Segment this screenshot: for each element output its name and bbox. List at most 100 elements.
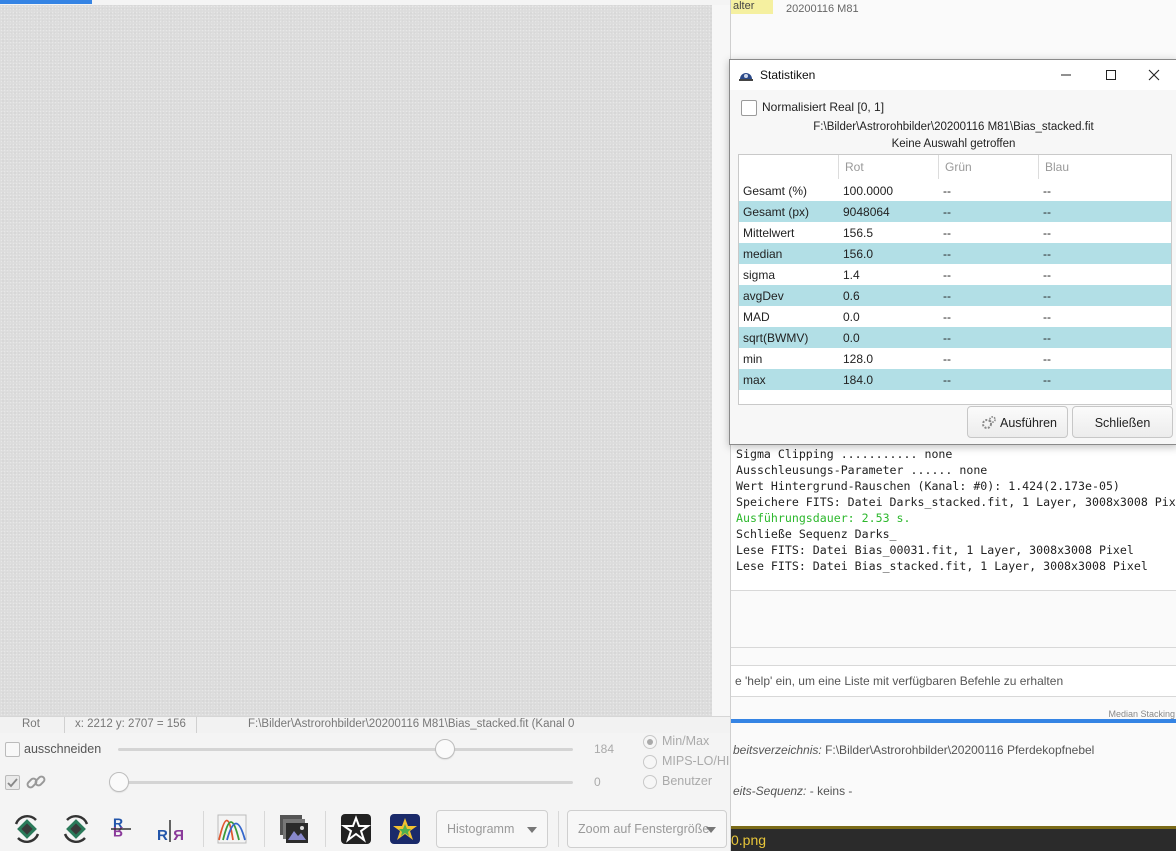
- stats-selection-note: Keine Auswahl getroffen: [891, 138, 1016, 150]
- rotate-left-icon[interactable]: [9, 811, 45, 847]
- svg-text:R: R: [113, 824, 123, 840]
- low-value[interactable]: 0: [594, 775, 601, 789]
- image-stack-icon[interactable]: [276, 811, 312, 847]
- image-window: Rot x: 2212 y: 2707 = 156 F:\Bilder\Astr…: [0, 0, 730, 851]
- row-value: --: [943, 205, 951, 219]
- rotate-right-icon[interactable]: [58, 811, 94, 847]
- row-label: min: [743, 352, 763, 366]
- svg-text:R: R: [173, 827, 184, 844]
- row-value: 9048064: [843, 205, 890, 219]
- header-gruen[interactable]: Grün: [939, 155, 1039, 179]
- minimize-icon: [1061, 74, 1071, 76]
- link-checkbox[interactable]: [5, 775, 20, 790]
- normalize-checkbox[interactable]: [741, 100, 757, 116]
- console-log[interactable]: Sigma Clipping ........... none Ausschleu…: [731, 444, 1176, 590]
- star-icon[interactable]: [338, 811, 374, 847]
- row-value: --: [943, 331, 951, 345]
- working-directory-value[interactable]: F:\Bilder\Astrorohbilder\20200116 Pferde…: [825, 743, 1094, 757]
- minimize-button[interactable]: [1043, 60, 1089, 90]
- table-row[interactable]: Gesamt (%) 100.0000 -- --: [739, 180, 1171, 201]
- command-input[interactable]: e 'help' ein, um eine Liste mit verfügba…: [731, 665, 1176, 697]
- high-slider-track[interactable]: [118, 748, 573, 751]
- row-value: --: [1043, 331, 1051, 345]
- command-placeholder: e 'help' ein, um eine Liste mit verfügba…: [735, 674, 1064, 688]
- crop-checkbox[interactable]: [5, 742, 20, 757]
- low-level-row: 0: [0, 769, 640, 795]
- active-tab-indicator[interactable]: [0, 0, 92, 4]
- row-label: median: [743, 247, 783, 261]
- dialog-title: Statistiken: [760, 68, 816, 82]
- console-line: Speichere FITS: Datei Darks_stacked.fit,…: [736, 495, 1176, 509]
- mirror-x-icon[interactable]: RR: [105, 811, 141, 847]
- mirror-y-icon[interactable]: RR: [152, 811, 188, 847]
- progress-label: Median Stacking: [1108, 709, 1175, 719]
- row-value: --: [943, 268, 951, 282]
- radio-mips[interactable]: [643, 755, 657, 769]
- bottom-file-text: 0.png: [731, 832, 767, 848]
- row-value: 0.0: [843, 331, 860, 345]
- console-line: Lese FITS: Datei Bias_00031.fit, 1 Layer…: [736, 543, 1134, 557]
- table-row[interactable]: median 156.0 -- --: [739, 243, 1171, 264]
- zoom-combo[interactable]: Zoom auf Fenstergröße: [567, 810, 727, 848]
- radio-minmax[interactable]: [643, 735, 657, 749]
- table-row[interactable]: max 184.0 -- --: [739, 369, 1171, 390]
- image-scrollbar[interactable]: [712, 5, 730, 716]
- zoom-combo-label: Zoom auf Fenstergröße: [578, 822, 710, 836]
- close-dialog-button[interactable]: Schließen: [1072, 406, 1173, 438]
- close-icon: [1148, 69, 1160, 81]
- table-row[interactable]: min 128.0 -- --: [739, 348, 1171, 369]
- run-button[interactable]: Ausführen: [967, 406, 1068, 438]
- console-line: Lese FITS: Datei Bias_stacked.fit, 1 Lay…: [736, 559, 1148, 573]
- statistics-dialog: Statistiken Normalisiert Real [0, 1] F:\…: [729, 59, 1176, 445]
- gears-icon: [982, 416, 996, 429]
- row-value: --: [943, 184, 951, 198]
- maximize-button[interactable]: [1088, 60, 1134, 90]
- table-row[interactable]: sigma 1.4 -- --: [739, 264, 1171, 285]
- row-value: 184.0: [843, 373, 874, 387]
- row-value: 156.5: [843, 226, 874, 240]
- console-line: Ausführungsdauer: 2.53 s.: [736, 511, 911, 525]
- svg-text:R: R: [157, 827, 168, 844]
- table-row[interactable]: avgDev 0.6 -- --: [739, 285, 1171, 306]
- row-value: 100.0000: [843, 184, 894, 198]
- normalize-label: Normalisiert Real [0, 1]: [762, 100, 885, 114]
- high-value[interactable]: 184: [594, 742, 614, 756]
- colored-star-icon[interactable]: [387, 811, 423, 847]
- row-value: --: [943, 352, 951, 366]
- table-row[interactable]: Mittelwert 156.5 -- --: [739, 222, 1171, 243]
- top-tab-highlight[interactable]: alter: [731, 0, 773, 14]
- row-value: --: [1043, 352, 1051, 366]
- row-value: --: [943, 289, 951, 303]
- app-icon: [739, 73, 753, 81]
- high-slider-knob[interactable]: [435, 739, 455, 759]
- header-blau[interactable]: Blau: [1039, 155, 1171, 179]
- table-row[interactable]: MAD 0.0 -- --: [739, 306, 1171, 327]
- dialog-titlebar[interactable]: Statistiken: [730, 60, 1176, 90]
- header-cell[interactable]: [739, 155, 839, 179]
- status-channel: Rot: [22, 718, 40, 730]
- histogram-combo[interactable]: Histogramm: [436, 810, 548, 848]
- header-rot[interactable]: Rot: [839, 155, 939, 179]
- radio-user-label: Benutzer: [662, 774, 713, 788]
- table-row[interactable]: sqrt(BWMV) 0.0 -- --: [739, 327, 1171, 348]
- top-tab-text[interactable]: 20200116 M81: [786, 3, 859, 15]
- table-row[interactable]: Gesamt (px) 9048064 -- --: [739, 201, 1171, 222]
- low-slider-knob[interactable]: [109, 772, 129, 792]
- curves-icon[interactable]: [214, 811, 250, 847]
- link-icon[interactable]: [24, 770, 48, 797]
- bottom-panel: 0.png: [731, 826, 1176, 851]
- close-button[interactable]: [1131, 60, 1176, 90]
- row-value: 0.0: [843, 310, 860, 324]
- radio-user[interactable]: [643, 775, 657, 789]
- row-value: --: [1043, 205, 1051, 219]
- crop-label: ausschneiden: [24, 742, 102, 756]
- checkmark-icon: [7, 778, 18, 788]
- run-button-label: Ausführen: [1000, 416, 1057, 430]
- row-value: --: [943, 247, 951, 261]
- low-slider-track[interactable]: [118, 781, 573, 784]
- image-toolbar: RR RR Histogramm Zoom auf Fenstergröße: [0, 803, 730, 851]
- sequence-value: - keins -: [809, 784, 853, 798]
- working-directory-label: beitsverzeichnis:: [733, 743, 822, 757]
- row-value: 128.0: [843, 352, 874, 366]
- image-canvas[interactable]: [0, 5, 712, 716]
